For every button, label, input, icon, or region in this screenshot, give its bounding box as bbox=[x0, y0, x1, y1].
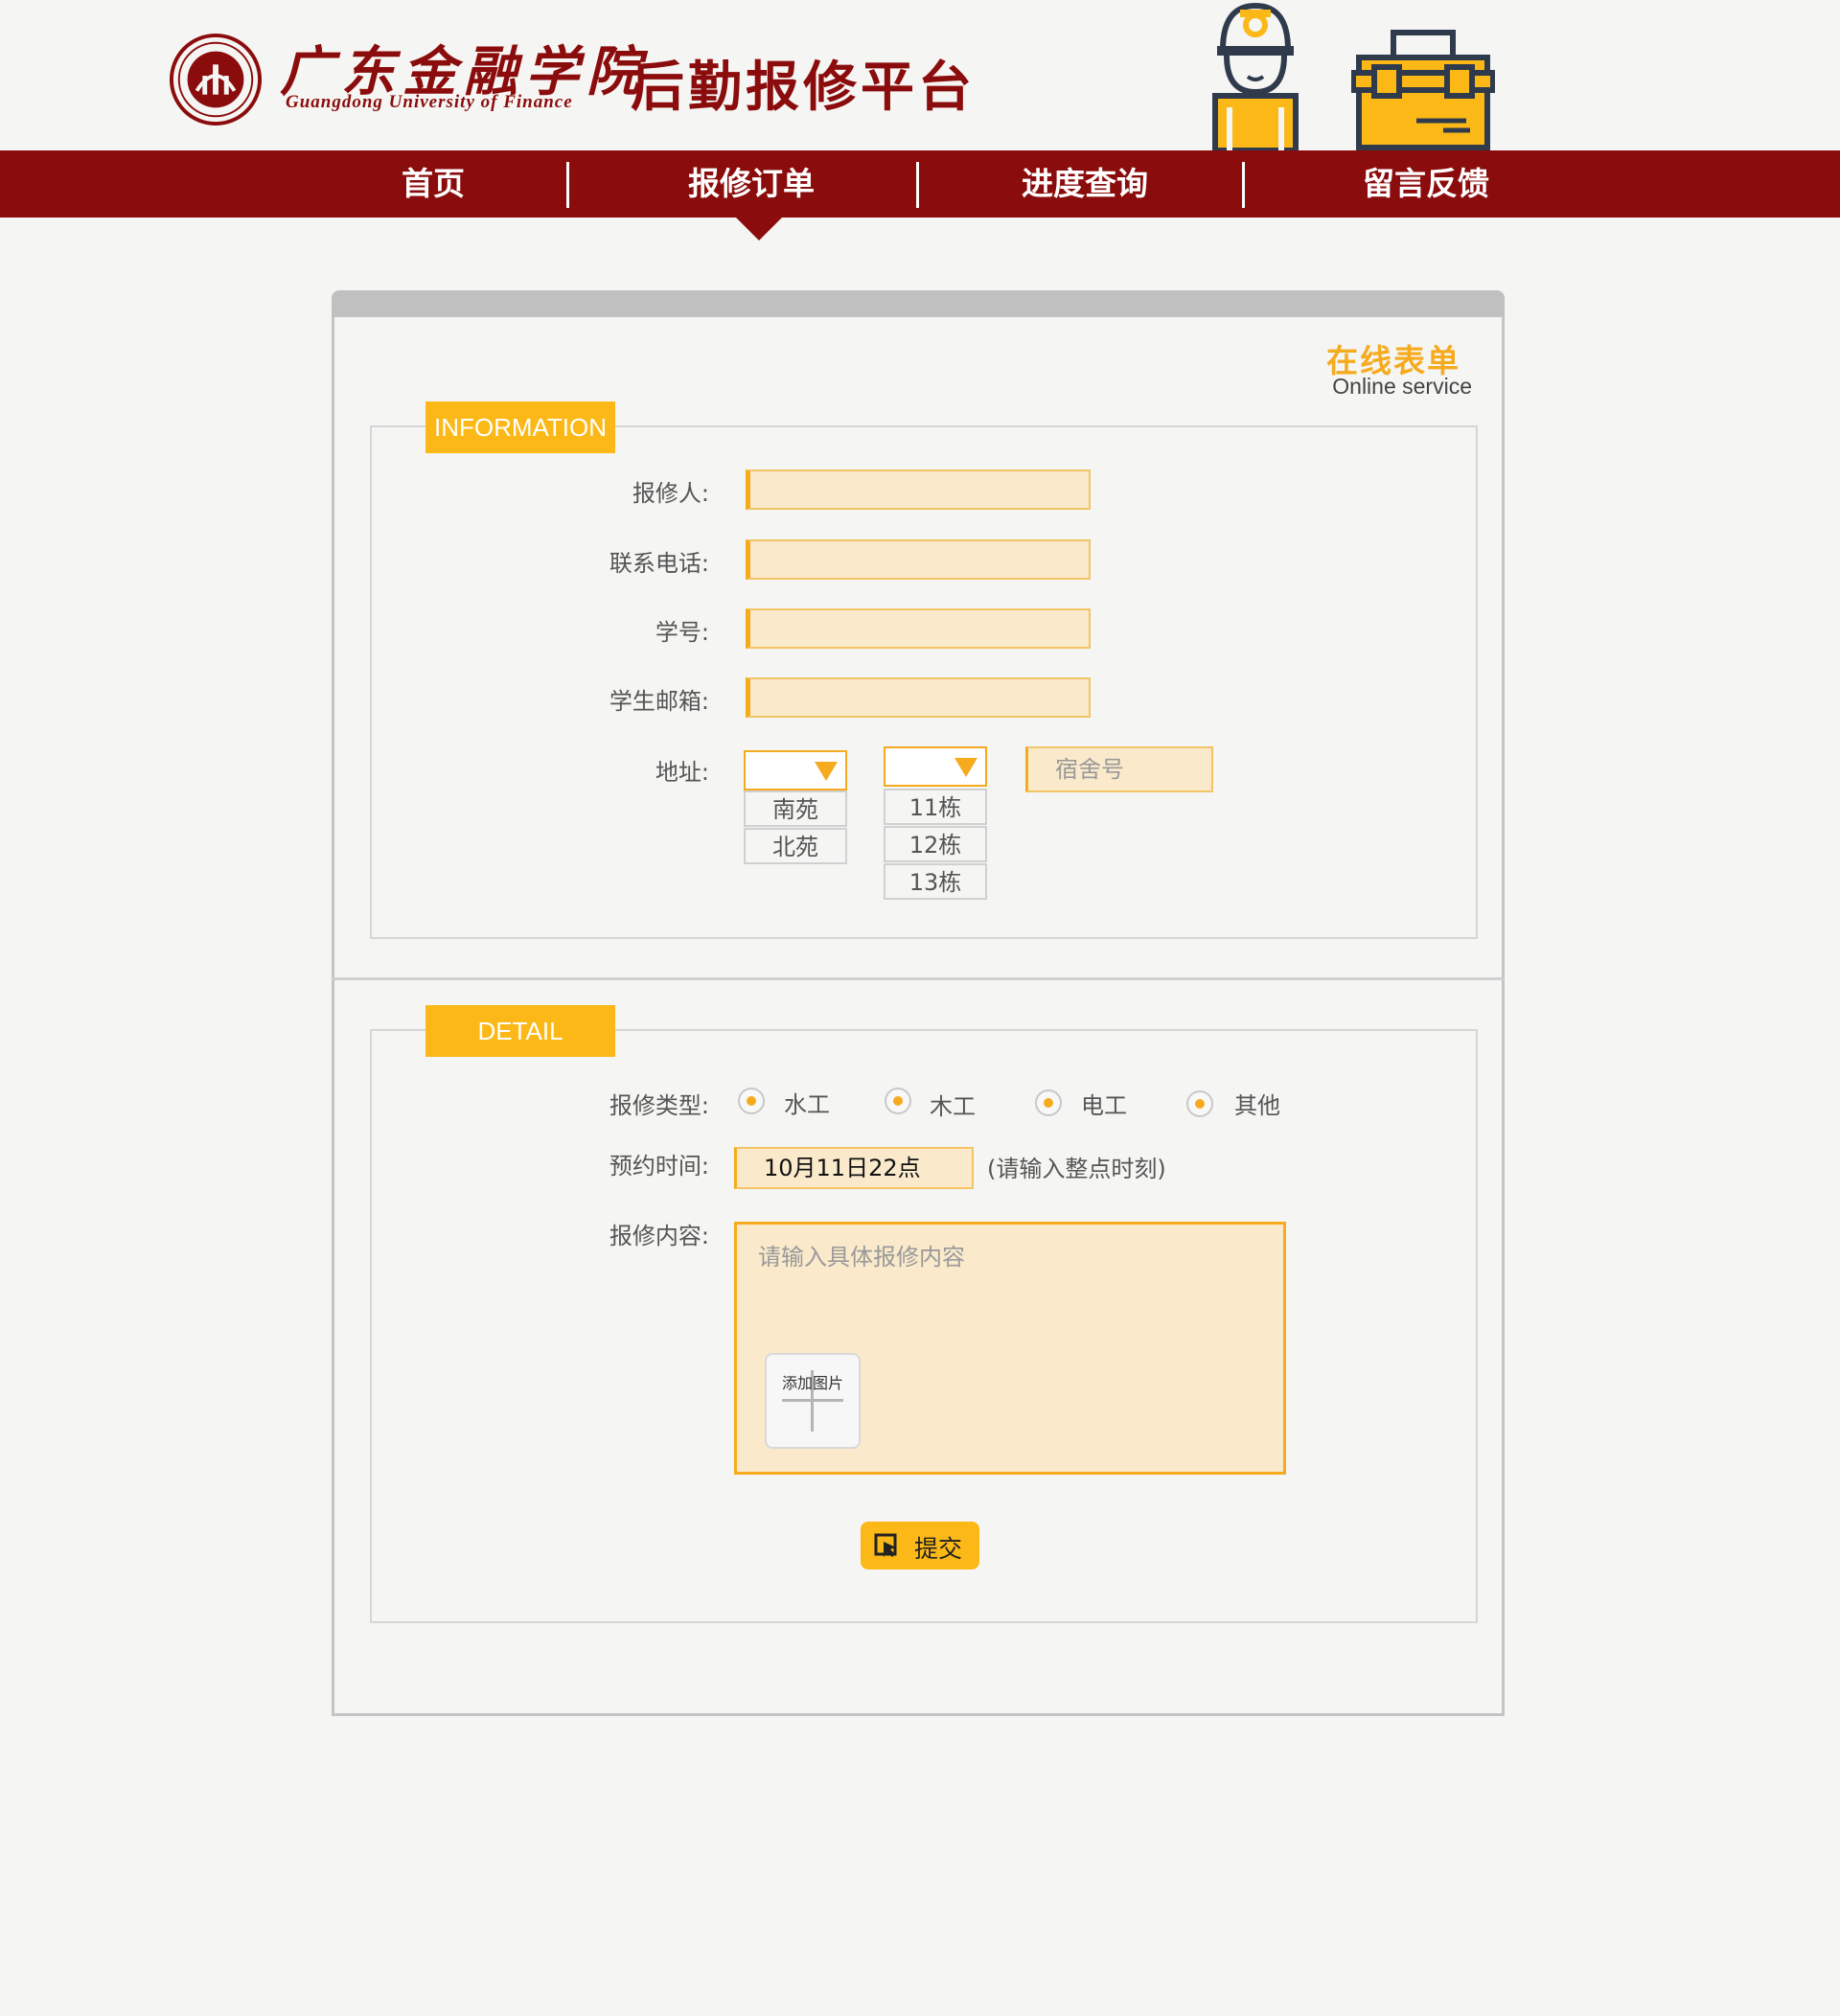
section-divider bbox=[332, 977, 1505, 980]
reporter-input[interactable] bbox=[746, 470, 1091, 510]
university-seal-icon bbox=[169, 33, 263, 126]
building-select[interactable] bbox=[884, 746, 987, 787]
radio-other[interactable] bbox=[1186, 1090, 1213, 1117]
dorm-number-input[interactable]: 宿舍号 bbox=[1025, 746, 1213, 792]
active-nav-indicator bbox=[736, 218, 782, 241]
nav-separator bbox=[916, 162, 919, 208]
radio-label-other[interactable]: 其他 bbox=[1234, 1087, 1280, 1120]
address-label: 地址: bbox=[655, 759, 709, 786]
detail-tag: DETAIL bbox=[426, 1005, 615, 1057]
form-subheading: Online service bbox=[1332, 374, 1472, 399]
radio-electrical[interactable] bbox=[1035, 1089, 1062, 1116]
toolbox-icon bbox=[1351, 30, 1495, 150]
information-tag: INFORMATION bbox=[426, 401, 615, 453]
appointment-time-input[interactable]: 10月11日22点 bbox=[734, 1147, 974, 1189]
appointment-time-label: 预约时间: bbox=[609, 1153, 709, 1180]
campus-option[interactable]: 北苑 bbox=[744, 828, 847, 864]
phone-input[interactable] bbox=[746, 539, 1091, 580]
dropdown-arrow-icon bbox=[954, 758, 978, 777]
nav-separator bbox=[566, 162, 569, 208]
student-id-label: 学号: bbox=[655, 619, 709, 646]
building-option[interactable]: 11栋 bbox=[884, 789, 987, 825]
nav-item-home[interactable]: 首页 bbox=[345, 150, 521, 218]
radio-label-carpentry[interactable]: 木工 bbox=[930, 1088, 976, 1121]
card-header-bar bbox=[332, 290, 1505, 319]
school-name-en: Guangdong University of Finance bbox=[286, 92, 573, 112]
platform-title: 后勤报修平台 bbox=[631, 57, 976, 119]
add-photo-label: 添加图片 bbox=[782, 1374, 844, 1392]
page: 广东金融学院 Guangdong University of Finance 后… bbox=[0, 0, 1840, 2016]
building-option[interactable]: 13栋 bbox=[884, 863, 987, 900]
student-id-input[interactable] bbox=[746, 608, 1091, 649]
reporter-label: 报修人: bbox=[632, 480, 709, 507]
dropdown-arrow-icon bbox=[815, 762, 838, 781]
radio-dot bbox=[893, 1096, 903, 1106]
email-label: 学生邮箱: bbox=[609, 688, 709, 715]
email-input[interactable] bbox=[746, 677, 1091, 718]
submit-label: 提交 bbox=[914, 1535, 963, 1563]
radio-label-plumbing[interactable]: 水工 bbox=[784, 1086, 830, 1119]
main-nav: 首页 报修订单 进度查询 留言反馈 bbox=[0, 150, 1840, 218]
nav-item-repair-order[interactable]: 报修订单 bbox=[663, 150, 840, 218]
header: 广东金融学院 Guangdong University of Finance 后… bbox=[0, 0, 1840, 150]
repair-worker-icon bbox=[1212, 2, 1299, 150]
radio-dot bbox=[1195, 1099, 1205, 1109]
appointment-time-hint: (请输入整点时刻) bbox=[987, 1156, 1166, 1182]
radio-carpentry[interactable] bbox=[885, 1088, 911, 1114]
campus-select[interactable] bbox=[744, 750, 847, 790]
radio-plumbing[interactable] bbox=[738, 1088, 765, 1114]
radio-dot bbox=[747, 1096, 756, 1106]
add-photo-button[interactable]: 添加图片 bbox=[765, 1353, 861, 1449]
nav-item-progress[interactable]: 进度查询 bbox=[997, 150, 1173, 218]
phone-label: 联系电话: bbox=[609, 550, 709, 577]
campus-option[interactable]: 南苑 bbox=[744, 790, 847, 827]
nav-separator bbox=[1242, 162, 1245, 208]
radio-label-electrical[interactable]: 电工 bbox=[1081, 1087, 1127, 1120]
radio-dot bbox=[1044, 1098, 1053, 1108]
repair-content-label: 报修内容: bbox=[609, 1223, 709, 1249]
repair-type-label: 报修类型: bbox=[609, 1092, 709, 1119]
submit-cursor-icon bbox=[874, 1533, 897, 1557]
nav-item-feedback[interactable]: 留言反馈 bbox=[1338, 150, 1514, 218]
submit-button[interactable]: 提交 bbox=[861, 1522, 979, 1569]
building-option[interactable]: 12栋 bbox=[884, 826, 987, 862]
